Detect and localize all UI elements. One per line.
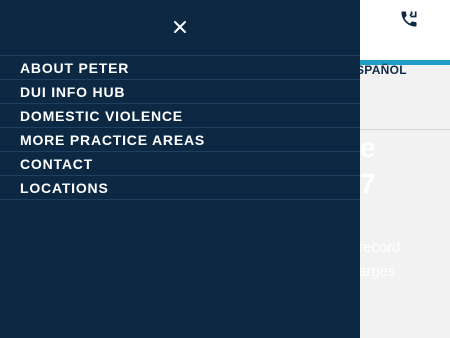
- menu-item-contact[interactable]: CONTACT: [0, 152, 360, 176]
- menu-item-about-peter[interactable]: ABOUT PETER: [0, 56, 360, 80]
- menu-item-label: ABOUT PETER: [20, 59, 130, 76]
- hero-heading-line1: e: [360, 132, 376, 163]
- menu-list: ABOUT PETER DUI INFO HUB DOMESTIC VIOLEN…: [0, 56, 360, 200]
- mobile-menu-drawer: ABOUT PETER DUI INFO HUB DOMESTIC VIOLEN…: [0, 0, 360, 338]
- hero-copy-line2: arges: [358, 263, 396, 280]
- menu-item-dui-info-hub[interactable]: DUI INFO HUB: [0, 80, 360, 104]
- menu-item-label: CONTACT: [20, 155, 93, 172]
- menu-item-label: MORE PRACTICE AREAS: [20, 131, 206, 148]
- close-menu-button[interactable]: [170, 17, 190, 37]
- language-link[interactable]: SPAÑOL: [356, 63, 407, 77]
- menu-item-locations[interactable]: LOCATIONS: [0, 176, 360, 200]
- menu-item-label: LOCATIONS: [20, 179, 109, 196]
- menu-item-label: DUI INFO HUB: [20, 83, 126, 100]
- menu-item-more-practice-areas[interactable]: MORE PRACTICE AREAS: [0, 128, 360, 152]
- menu-item-label: DOMESTIC VIOLENCE: [20, 107, 183, 124]
- close-icon: [174, 21, 186, 33]
- hero-copy-line1: record: [358, 239, 401, 256]
- hero-heading-line2: 7: [360, 168, 376, 199]
- phone-call-button[interactable]: [398, 8, 420, 30]
- phone-icon: [401, 11, 417, 27]
- menu-item-domestic-violence[interactable]: DOMESTIC VIOLENCE: [0, 104, 360, 128]
